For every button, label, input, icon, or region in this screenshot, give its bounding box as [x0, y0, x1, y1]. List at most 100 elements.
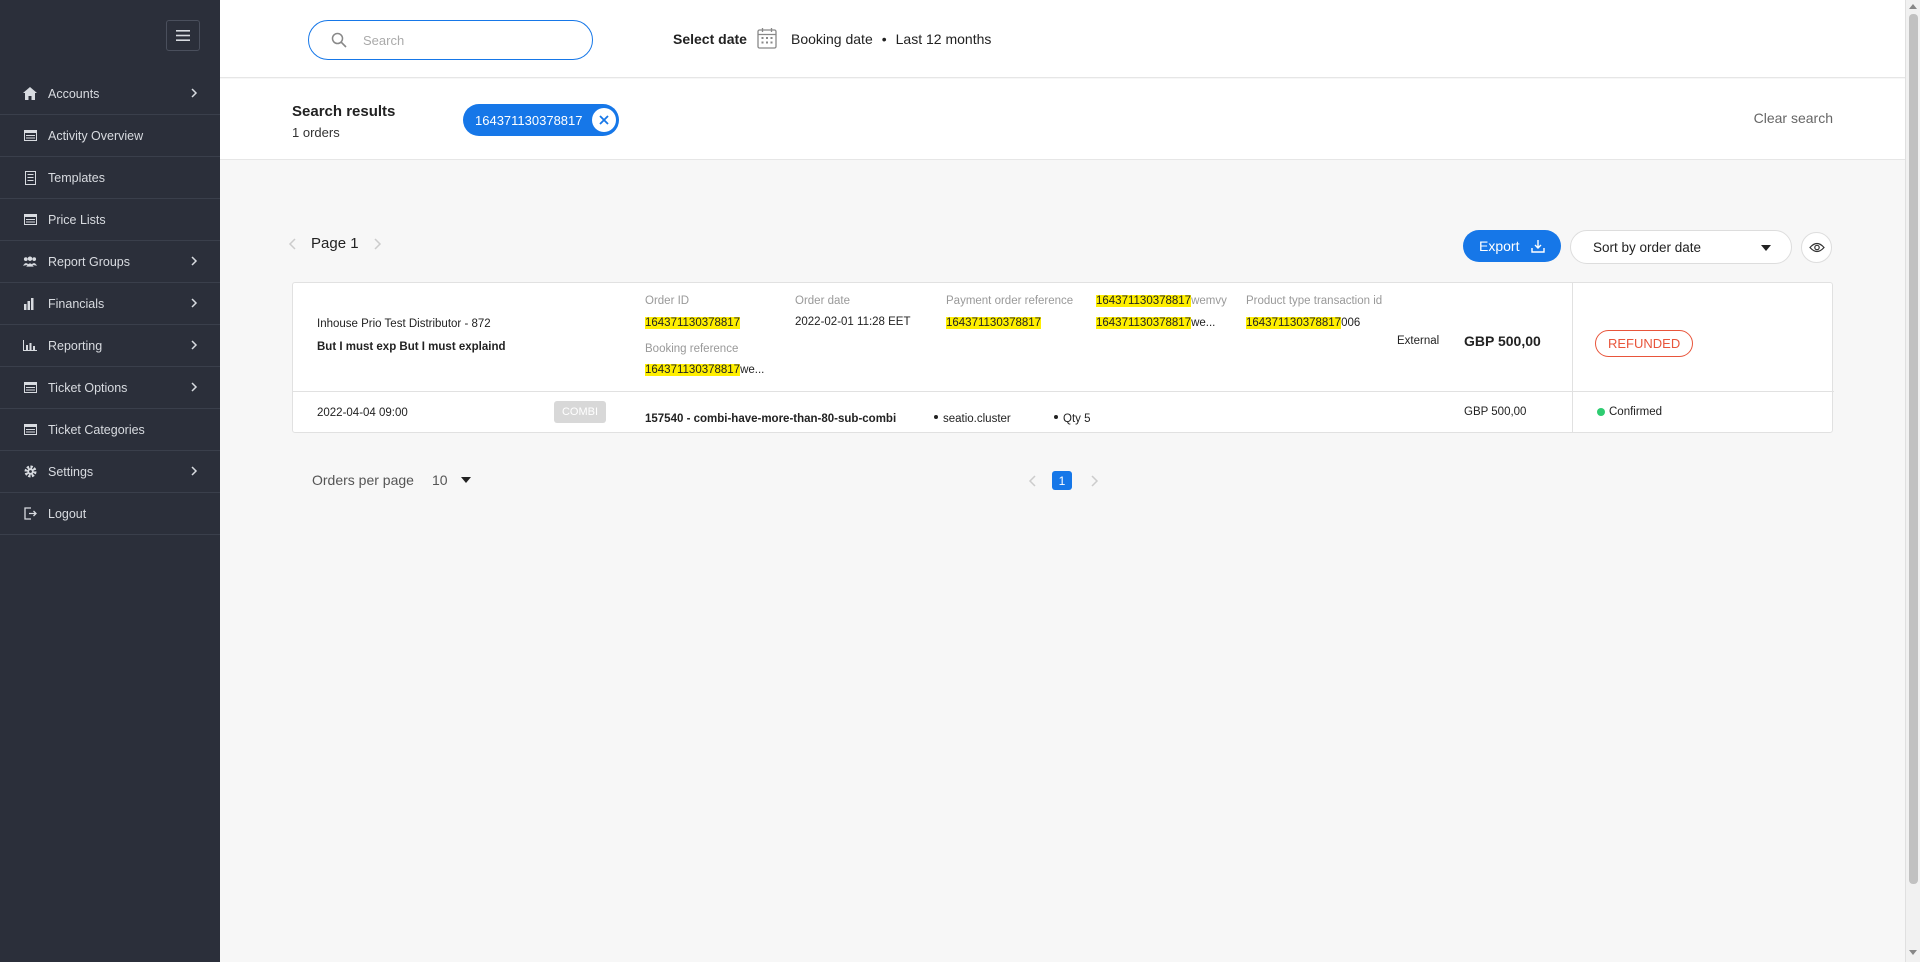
- order-date-label: Order date: [795, 295, 850, 307]
- chevron-right-icon: [191, 256, 198, 266]
- order-description: But I must exp But I must explaind: [317, 341, 506, 353]
- export-label: Export: [1479, 238, 1520, 254]
- sidebar-item-templates[interactable]: Templates: [0, 157, 220, 199]
- sidebar-item-label: Accounts: [48, 86, 100, 101]
- chip-label: 164371130378817: [475, 112, 583, 128]
- window-icon: [23, 381, 37, 395]
- search-results-title: Search results: [292, 103, 396, 120]
- sidebar-item-label: Ticket Categories: [48, 422, 145, 437]
- date-range: Last 12 months: [895, 31, 992, 47]
- column-visibility-button[interactable]: [1801, 232, 1832, 263]
- users-icon: [23, 255, 37, 269]
- sidebar-nav: Accounts Activity Overview Templates Pri…: [0, 73, 220, 535]
- sidebar-item-ticket-options[interactable]: Ticket Options: [0, 367, 220, 409]
- sidebar-item-label: Logout: [48, 506, 87, 521]
- booking-ref-label: Booking reference: [645, 343, 739, 355]
- export-button[interactable]: Export: [1463, 230, 1561, 262]
- chevron-right-icon: [191, 88, 198, 98]
- sidebar-item-label: Price Lists: [48, 212, 106, 227]
- orders-per-page-value: 10: [432, 472, 448, 488]
- clear-search-link[interactable]: Clear search: [1754, 110, 1833, 126]
- window-icon: [23, 423, 37, 437]
- card-divider: [293, 391, 1834, 392]
- sidebar-item-ticket-categories[interactable]: Ticket Categories: [0, 409, 220, 451]
- download-icon: [1531, 240, 1546, 253]
- scrollbar[interactable]: [1905, 0, 1920, 962]
- scroll-up-arrow[interactable]: [1909, 4, 1917, 9]
- separator-dot: •: [881, 31, 887, 47]
- extra-ref-1: 164371130378817wemvy: [1096, 295, 1227, 307]
- sort-label: Sort by order date: [1593, 239, 1702, 255]
- payment-ref-value: 164371130378817: [946, 317, 1042, 329]
- home-icon: [23, 87, 37, 101]
- sidebar-item-label: Reporting: [48, 338, 103, 353]
- sidebar-item-label: Activity Overview: [48, 128, 144, 143]
- chevron-left-icon[interactable]: [1028, 474, 1038, 488]
- sidebar-item-label: Templates: [48, 170, 105, 185]
- chevron-right-icon: [191, 382, 198, 392]
- page-label: Page 1: [311, 235, 359, 252]
- order-card[interactable]: Inhouse Prio Test Distributor - 872 But …: [292, 282, 1834, 433]
- sidebar-item-label: Ticket Options: [48, 380, 128, 395]
- close-icon: [598, 115, 609, 125]
- booking-ref-value: 164371130378817we...: [645, 364, 765, 376]
- top-bar: Select date Booking date • Last 12 months: [220, 0, 1905, 78]
- extra-ref-2: 164371130378817we...: [1096, 317, 1216, 329]
- menu-toggle-button[interactable]: [166, 20, 200, 51]
- window-icon: [23, 213, 37, 227]
- sidebar-item-label: Report Groups: [48, 254, 130, 269]
- line-chart-icon: [23, 339, 37, 353]
- sidebar-item-reporting[interactable]: Reporting: [0, 325, 220, 367]
- chevron-right-icon: [191, 298, 198, 308]
- search-results-bar: Search results 1 orders 164371130378817 …: [220, 79, 1905, 160]
- orders-per-page-label: Orders per page: [312, 472, 414, 488]
- combi-badge: COMBI: [554, 401, 606, 423]
- chevron-right-icon: [191, 340, 198, 350]
- search-icon: [331, 32, 347, 48]
- gear-icon: [23, 465, 37, 479]
- line-supplier: seatio.cluster: [934, 413, 1011, 425]
- orders-per-page-select[interactable]: 10: [432, 472, 471, 488]
- search-input[interactable]: [363, 32, 563, 48]
- status-badge: REFUNDED: [1595, 330, 1694, 357]
- sidebar-item-settings[interactable]: Settings: [0, 451, 220, 493]
- line-quantity: Qty 5: [1054, 413, 1090, 425]
- chevron-right-icon[interactable]: [1089, 474, 1099, 488]
- scroll-down-arrow[interactable]: [1909, 950, 1917, 955]
- chip-remove-button[interactable]: [591, 108, 616, 132]
- order-amount: GBP 500,00: [1464, 333, 1541, 349]
- line-product: 157540 - combi-have-more-than-80-sub-com…: [645, 413, 897, 425]
- scroll-thumb[interactable]: [1909, 14, 1918, 884]
- hamburger-icon: [176, 30, 190, 41]
- date-filter[interactable]: Booking date • Last 12 months: [791, 31, 991, 47]
- line-booking-date: 2022-04-04 09:00: [317, 407, 408, 419]
- sidebar-item-logout[interactable]: Logout: [0, 493, 220, 535]
- order-date-value: 2022-02-01 11:28 EET: [795, 316, 911, 328]
- calendar-icon[interactable]: [757, 27, 777, 49]
- sidebar-item-activity-overview[interactable]: Activity Overview: [0, 115, 220, 157]
- page-number-button[interactable]: 1: [1052, 471, 1072, 490]
- sidebar-item-label: Financials: [48, 296, 105, 311]
- chevron-right-icon[interactable]: [372, 237, 382, 251]
- logout-icon: [23, 507, 37, 521]
- sidebar-item-price-lists[interactable]: Price Lists: [0, 199, 220, 241]
- chevron-right-icon: [191, 466, 198, 476]
- window-icon: [23, 129, 37, 143]
- line-status: Confirmed: [1597, 406, 1662, 418]
- product-tx-label: Product type transaction id: [1246, 295, 1383, 307]
- sidebar-item-label: Settings: [48, 464, 94, 479]
- search-box[interactable]: [308, 20, 593, 60]
- chevron-left-icon[interactable]: [288, 237, 298, 251]
- sidebar-item-financials[interactable]: Financials: [0, 283, 220, 325]
- sidebar-item-report-groups[interactable]: Report Groups: [0, 241, 220, 283]
- sidebar: Accounts Activity Overview Templates Pri…: [0, 0, 220, 962]
- order-channel: External: [1397, 335, 1440, 347]
- sort-dropdown[interactable]: Sort by order date: [1570, 230, 1792, 264]
- line-status-label: Confirmed: [1609, 406, 1663, 418]
- order-id-value: 164371130378817: [645, 317, 741, 329]
- bar-chart-icon: [23, 297, 37, 311]
- status-dot-icon: [1597, 408, 1605, 416]
- document-icon: [23, 170, 37, 185]
- sidebar-item-accounts[interactable]: Accounts: [0, 73, 220, 115]
- select-date-label: Select date: [673, 31, 747, 47]
